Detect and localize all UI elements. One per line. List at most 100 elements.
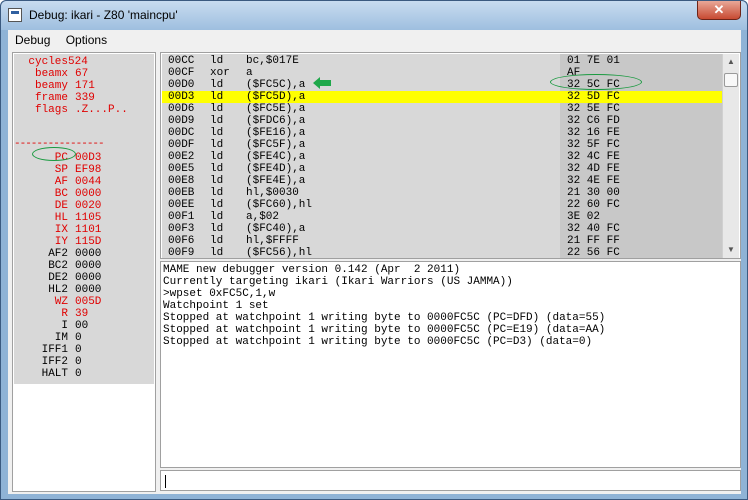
- instruction-operands: ($FDC6),a: [246, 115, 306, 127]
- instruction-operands: hl,$FFFF: [246, 235, 299, 247]
- close-button[interactable]: ✕: [697, 1, 741, 20]
- register-value: 00: [75, 320, 89, 332]
- disassembly-row[interactable]: 00E8 ld ($FE4E),a 32 4E FE: [162, 175, 723, 187]
- register-row-hl2: HL2 0000: [14, 284, 154, 296]
- register-row-ix: IX 1101: [14, 224, 154, 236]
- instruction-mnemonic: ld: [210, 115, 224, 127]
- current-instruction-row[interactable]: 00D3 ld ($FC5D),a 32 5D FC: [162, 91, 723, 103]
- register-row-im: IM 0: [14, 332, 154, 344]
- disassembly-row[interactable]: 00D6 ld ($FC5E),a 32 5E FC: [162, 103, 723, 115]
- menu-options[interactable]: Options: [59, 30, 112, 47]
- register-row-de2: DE2 0000: [14, 272, 154, 284]
- register-value: 524: [68, 56, 88, 68]
- title-bar[interactable]: Debug: ikari - Z80 'maincpu' ✕: [1, 1, 747, 30]
- instruction-operands: ($FC5D),a: [246, 91, 306, 103]
- console-line: Stopped at watchpoint 1 writing byte to …: [163, 324, 606, 336]
- console-line: Stopped at watchpoint 1 writing byte to …: [163, 312, 606, 324]
- instruction-address: 00DF: [168, 139, 195, 151]
- register-row-bc2: BC2 0000: [14, 260, 154, 272]
- instruction-address: 00E8: [168, 175, 195, 187]
- instruction-address: 00F3: [168, 223, 195, 235]
- register-value: 0000: [75, 260, 102, 272]
- register-name: IY: [54, 236, 68, 248]
- instruction-address: 00F6: [168, 235, 195, 247]
- instruction-mnemonic: ld: [210, 103, 224, 115]
- register-value: 67: [75, 68, 89, 80]
- instruction-address: 00EB: [168, 187, 195, 199]
- register-name: cycles: [28, 56, 68, 68]
- register-separator: ----------------: [14, 138, 105, 150]
- instruction-address: 00CF: [168, 67, 195, 79]
- instruction-mnemonic: ld: [210, 151, 224, 163]
- register-row-r: R 39: [14, 308, 154, 320]
- disassembly-row[interactable]: 00F6 ld hl,$FFFF 21 FF FF: [162, 235, 723, 247]
- disassembly-row[interactable]: 00CC ld bc,$017E 01 7E 01: [162, 55, 723, 67]
- disassembly-row[interactable]: 00EB ld hl,$0030 21 30 00: [162, 187, 723, 199]
- register-name: I: [61, 320, 68, 332]
- disassembly-row[interactable]: 00D9 ld ($FDC6),a 32 C6 FD: [162, 115, 723, 127]
- instruction-bytes: 3E 02: [567, 211, 601, 223]
- register-value: 115D: [75, 236, 102, 248]
- instruction-address: 00D9: [168, 115, 195, 127]
- instruction-address: 00D3: [168, 91, 195, 103]
- scroll-down-arrow-icon[interactable]: ▼: [723, 242, 739, 258]
- instruction-operands: ($FE4D),a: [246, 163, 306, 175]
- register-name: HL: [54, 212, 68, 224]
- instruction-operands: ($FC5E),a: [246, 103, 306, 115]
- menu-debug[interactable]: Debug: [8, 30, 55, 47]
- instruction-operands: ($FE4E),a: [246, 175, 306, 187]
- register-row-beamy: beamy 171: [14, 80, 154, 92]
- disassembly-row[interactable]: 00DC ld ($FE16),a 32 16 FE: [162, 127, 723, 139]
- instruction-bytes: 22 60 FC: [567, 199, 620, 211]
- register-name: IX: [54, 224, 68, 236]
- instruction-bytes: 22 56 FC: [567, 247, 620, 258]
- instruction-operands: ($FC5C),a: [246, 79, 306, 91]
- instruction-bytes: 32 5E FC: [567, 103, 620, 115]
- instruction-bytes: 32 C6 FD: [567, 115, 620, 127]
- console-output[interactable]: MAME new debugger version 0.142 (Apr 2 2…: [160, 261, 741, 468]
- instruction-address: 00CC: [168, 55, 195, 67]
- instruction-operands: ($FC5F),a: [246, 139, 306, 151]
- instruction-mnemonic: ld: [210, 175, 224, 187]
- instruction-mnemonic: xor: [210, 67, 230, 79]
- register-name: IFF1: [41, 344, 68, 356]
- disassembly-row[interactable]: 00EE ld ($FC60),hl 22 60 FC: [162, 199, 723, 211]
- disassembly-row[interactable]: 00E2 ld ($FE4C),a 32 4C FE: [162, 151, 723, 163]
- instruction-address: 00D0: [168, 79, 195, 91]
- register-name: BC2: [48, 260, 68, 272]
- register-row-frame: frame 339: [14, 92, 154, 104]
- app-icon: [8, 8, 22, 22]
- register-row-i: I 00: [14, 320, 154, 332]
- register-name: flags: [34, 104, 68, 116]
- instruction-operands: bc,$017E: [246, 55, 299, 67]
- register-value: 0: [75, 368, 82, 380]
- scroll-up-arrow-icon[interactable]: ▲: [723, 54, 739, 70]
- instruction-mnemonic: ld: [210, 235, 224, 247]
- instruction-bytes: 32 40 FC: [567, 223, 620, 235]
- disassembly-view[interactable]: 00CC ld bc,$017E 01 7E 01 00CF xor a AF 00D0 ld ($…: [160, 52, 741, 259]
- disassembly-row[interactable]: 00F9 ld ($FC56),hl 22 56 FC: [162, 247, 723, 258]
- bytes-highlight-ellipse: [550, 74, 642, 90]
- instruction-operands: hl,$0030: [246, 187, 299, 199]
- disassembly-row[interactable]: 00E5 ld ($FE4D),a 32 4D FE: [162, 163, 723, 175]
- register-panel[interactable]: cycles 524 beamx 67 beamy 171 frame 339 flags .Z.…: [12, 52, 156, 492]
- instruction-operands: ($FE16),a: [246, 127, 306, 139]
- instruction-mnemonic: ld: [210, 223, 224, 235]
- instruction-bytes: 32 4E FE: [567, 175, 620, 187]
- instruction-mnemonic: ld: [210, 79, 224, 91]
- disassembly-row[interactable]: 00F1 ld a,$02 3E 02: [162, 211, 723, 223]
- register-row-wz: WZ 005D: [14, 296, 154, 308]
- scrollbar-thumb[interactable]: [724, 73, 738, 87]
- register-name: SP: [54, 164, 68, 176]
- disassembly-scrollbar[interactable]: ▲ ▼: [722, 54, 739, 258]
- register-row-af: AF 0044: [14, 176, 154, 188]
- command-input[interactable]: [160, 470, 741, 491]
- disassembly-row[interactable]: 00F3 ld ($FC40),a 32 40 FC: [162, 223, 723, 235]
- console-line: >wpset 0xFC5C,1,w: [163, 288, 276, 300]
- instruction-operands: ($FC56),hl: [246, 247, 313, 258]
- register-value: 171: [75, 80, 95, 92]
- disassembly-row[interactable]: 00DF ld ($FC5F),a 32 5F FC: [162, 139, 723, 151]
- disassembly-row[interactable]: 00CF xor a AF: [162, 67, 723, 79]
- console-line: MAME new debugger version 0.142 (Apr 2 2…: [163, 264, 461, 276]
- register-value: 0000: [75, 188, 102, 200]
